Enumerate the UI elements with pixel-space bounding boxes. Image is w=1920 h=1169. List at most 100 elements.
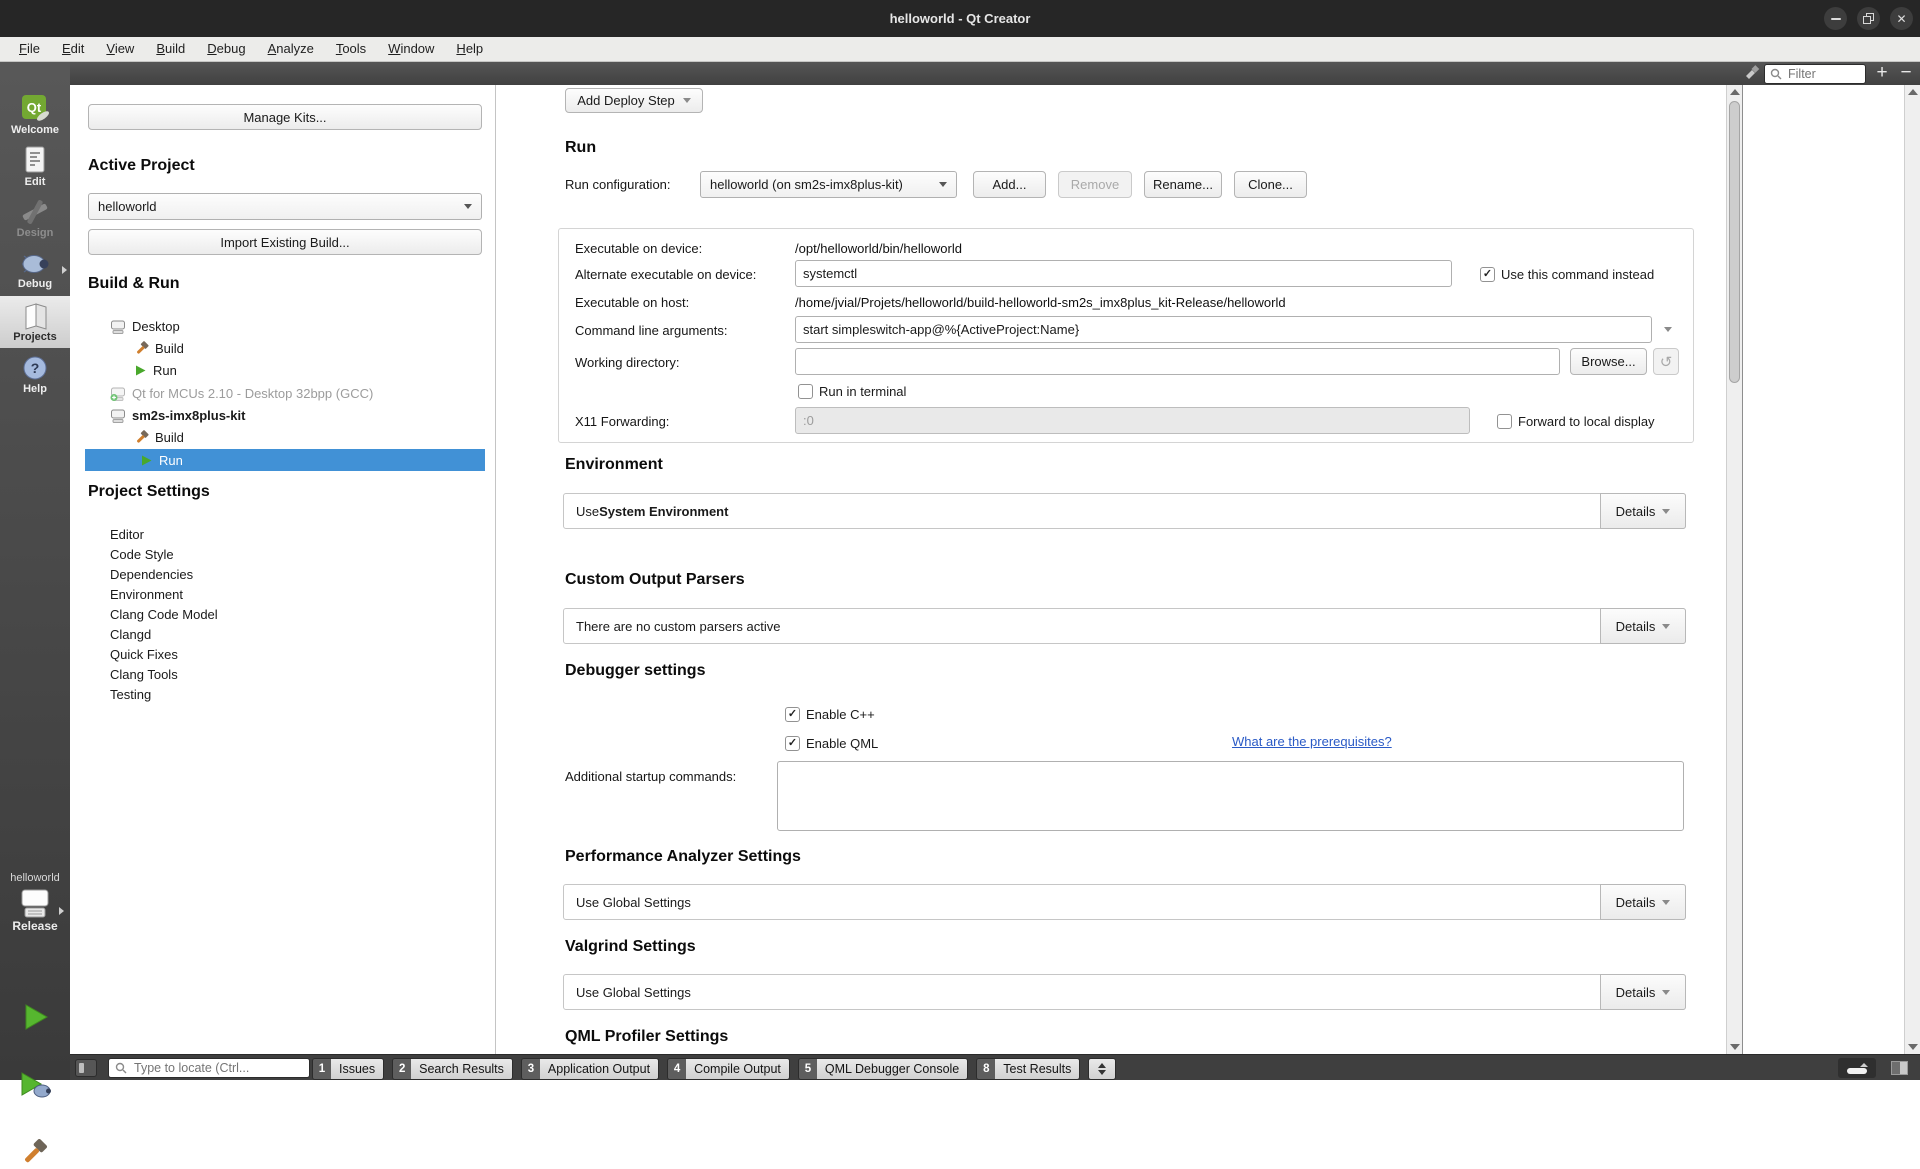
settings-item-clang-tools[interactable]: Clang Tools bbox=[110, 664, 178, 684]
run-button[interactable] bbox=[0, 1002, 70, 1032]
scroll-up-icon[interactable] bbox=[1908, 89, 1918, 95]
menu-help[interactable]: Help bbox=[445, 37, 494, 61]
menu-debug[interactable]: Debug bbox=[196, 37, 256, 61]
enable-qml-option[interactable]: Enable QML bbox=[785, 733, 878, 753]
mode-welcome[interactable]: Qt Welcome bbox=[0, 88, 70, 140]
pane-button-compile-output[interactable]: 4 Compile Output bbox=[667, 1058, 790, 1080]
locator-box[interactable] bbox=[108, 1058, 310, 1078]
debug-run-button[interactable] bbox=[0, 1070, 70, 1100]
pane-button-qml-debugger-console[interactable]: 5 QML Debugger Console bbox=[798, 1058, 968, 1080]
pane-button-search-results[interactable]: 2 Search Results bbox=[392, 1058, 513, 1080]
environment-details-button[interactable]: Details bbox=[1600, 493, 1686, 529]
close-button[interactable]: ✕ bbox=[1890, 7, 1913, 30]
clear-output-icon[interactable] bbox=[1744, 65, 1761, 80]
tree-item-desktop-run[interactable]: Run bbox=[134, 360, 177, 381]
prerequisites-link[interactable]: What are the prerequisites? bbox=[1232, 734, 1392, 749]
alternate-executable-input[interactable] bbox=[795, 260, 1452, 287]
settings-item-environment[interactable]: Environment bbox=[110, 584, 183, 604]
import-existing-build-button[interactable]: Import Existing Build... bbox=[88, 229, 482, 255]
variables-chevron-icon[interactable] bbox=[1664, 327, 1672, 332]
tree-item-sm2s-kit[interactable]: sm2s-imx8plus-kit bbox=[110, 405, 245, 426]
locator-input[interactable] bbox=[132, 1060, 303, 1076]
pane-button-test-results[interactable]: 8 Test Results bbox=[976, 1058, 1080, 1080]
tree-item-mcu-kit[interactable]: Qt for MCUs 2.10 - Desktop 32bpp (GCC) bbox=[110, 383, 373, 404]
active-project-combobox[interactable]: helloworld bbox=[88, 193, 482, 220]
scroll-up-icon[interactable] bbox=[1730, 89, 1740, 95]
x11-forwarding-label: X11 Forwarding: bbox=[575, 411, 669, 431]
clone-run-config-button[interactable]: Clone... bbox=[1234, 171, 1307, 198]
mode-edit[interactable]: Edit bbox=[0, 140, 70, 192]
valgrind-details-button[interactable]: Details bbox=[1600, 974, 1686, 1010]
minimize-button[interactable] bbox=[1824, 7, 1847, 30]
mode-debug[interactable]: Debug bbox=[0, 244, 70, 296]
pane-button-application-output[interactable]: 3 Application Output bbox=[521, 1058, 659, 1080]
command-line-arguments-label: Command line arguments: bbox=[575, 320, 727, 340]
menu-edit[interactable]: Edit bbox=[51, 37, 95, 61]
additional-startup-commands-textarea[interactable] bbox=[777, 761, 1684, 831]
bug-icon bbox=[18, 250, 52, 277]
enable-cpp-option[interactable]: Enable C++ bbox=[785, 704, 875, 724]
hammer-icon bbox=[134, 430, 149, 445]
debug-flyout-arrow-icon[interactable] bbox=[62, 266, 67, 274]
menu-view[interactable]: View bbox=[95, 37, 145, 61]
more-panes-button[interactable] bbox=[1088, 1058, 1116, 1080]
output-pane-scrollbar[interactable] bbox=[1904, 85, 1920, 1054]
settings-item-clangd[interactable]: Clangd bbox=[110, 624, 151, 644]
use-command-instead-checkbox[interactable] bbox=[1480, 267, 1495, 282]
menu-file[interactable]: File bbox=[8, 37, 51, 61]
toggle-right-sidebar-button[interactable] bbox=[1891, 1061, 1908, 1075]
build-and-run-heading: Build & Run bbox=[88, 275, 180, 293]
settings-item-clang-code-model[interactable]: Clang Code Model bbox=[110, 604, 218, 624]
right-filter-box[interactable] bbox=[1764, 64, 1866, 84]
browse-button[interactable]: Browse... bbox=[1570, 348, 1647, 375]
settings-item-dependencies[interactable]: Dependencies bbox=[110, 564, 193, 584]
working-directory-input[interactable] bbox=[795, 348, 1560, 375]
main-scrollbar-thumb[interactable] bbox=[1729, 101, 1740, 383]
settings-item-code-style[interactable]: Code Style bbox=[110, 544, 174, 564]
scroll-down-icon[interactable] bbox=[1730, 1044, 1740, 1050]
scroll-down-icon[interactable] bbox=[1908, 1044, 1918, 1050]
settings-item-quick-fixes[interactable]: Quick Fixes bbox=[110, 644, 178, 664]
menu-window[interactable]: Window bbox=[377, 37, 445, 61]
forward-to-local-display-checkbox[interactable] bbox=[1497, 414, 1512, 429]
kit-selector-button[interactable]: Release bbox=[0, 888, 70, 933]
performance-details-button[interactable]: Details bbox=[1600, 884, 1686, 920]
menu-bar: File Edit View Build Debug Analyze Tools… bbox=[0, 37, 1920, 62]
run-in-terminal-option[interactable]: Run in terminal bbox=[798, 381, 906, 401]
maximize-button[interactable] bbox=[1857, 7, 1880, 30]
enable-qml-checkbox[interactable] bbox=[785, 736, 800, 751]
add-deploy-step-button[interactable]: Add Deploy Step bbox=[565, 88, 703, 113]
add-run-config-button[interactable]: Add... bbox=[973, 171, 1046, 198]
rename-run-config-button[interactable]: Rename... bbox=[1144, 171, 1222, 198]
menu-tools[interactable]: Tools bbox=[325, 37, 377, 61]
use-command-instead-option[interactable]: Use this command instead bbox=[1480, 264, 1654, 284]
main-scrollbar[interactable] bbox=[1726, 85, 1742, 1054]
build-progress-button[interactable] bbox=[1838, 1058, 1876, 1078]
tree-item-kit-build[interactable]: Build bbox=[134, 427, 184, 448]
tree-item-desktop[interactable]: Desktop bbox=[110, 316, 180, 337]
mode-projects[interactable]: Projects bbox=[0, 296, 70, 348]
toggle-left-sidebar-button[interactable] bbox=[75, 1059, 97, 1077]
mode-help[interactable]: ? Help bbox=[0, 348, 70, 400]
manage-kits-button[interactable]: Manage Kits... bbox=[88, 104, 482, 130]
active-project-mini-label: helloworld bbox=[0, 872, 70, 884]
enable-cpp-checkbox[interactable] bbox=[785, 707, 800, 722]
run-icon bbox=[134, 364, 147, 377]
command-line-arguments-input[interactable] bbox=[795, 316, 1652, 343]
tree-item-desktop-build[interactable]: Build bbox=[134, 338, 184, 359]
right-filter-input[interactable] bbox=[1786, 66, 1860, 82]
run-in-terminal-checkbox[interactable] bbox=[798, 384, 813, 399]
run-configuration-combobox[interactable]: helloworld (on sm2s-imx8plus-kit) bbox=[700, 171, 957, 198]
zoom-in-button[interactable]: + bbox=[1872, 63, 1892, 83]
performance-summary-panel: Use Global Settings Details bbox=[563, 884, 1686, 920]
pane-button-issues[interactable]: 1 Issues bbox=[312, 1058, 384, 1080]
forward-to-local-display-option[interactable]: Forward to local display bbox=[1497, 411, 1655, 431]
tree-item-kit-run-selected[interactable]: Run bbox=[85, 449, 485, 471]
menu-analyze[interactable]: Analyze bbox=[257, 37, 325, 61]
settings-item-testing[interactable]: Testing bbox=[110, 684, 151, 704]
settings-item-editor[interactable]: Editor bbox=[110, 524, 144, 544]
build-button[interactable] bbox=[0, 1139, 70, 1169]
menu-build[interactable]: Build bbox=[145, 37, 196, 61]
zoom-out-button[interactable]: − bbox=[1896, 63, 1916, 83]
parsers-details-button[interactable]: Details bbox=[1600, 608, 1686, 644]
